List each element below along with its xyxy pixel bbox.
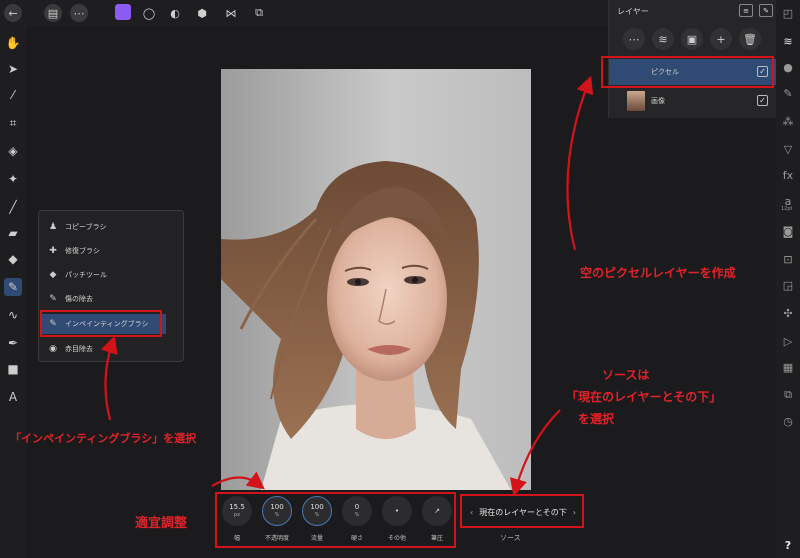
annotation-source-2: 「現在のレイヤーとその下」 — [566, 390, 722, 404]
arrow-to-layer — [566, 75, 594, 251]
annotation-adjust: 適宜調整 — [135, 516, 188, 531]
annotation-source-1: ソースは — [602, 368, 650, 382]
annotation-source-3: を選択 — [578, 412, 615, 426]
arrow-to-controls — [211, 471, 265, 490]
annotation-select-inpainting: 「インペインティングブラシ」を選択 — [10, 432, 197, 445]
arrow-to-inpainting — [100, 335, 118, 421]
annotation-create-layer: 空のピクセルレイヤーを作成 — [580, 266, 736, 280]
arrow-to-source — [510, 409, 561, 497]
